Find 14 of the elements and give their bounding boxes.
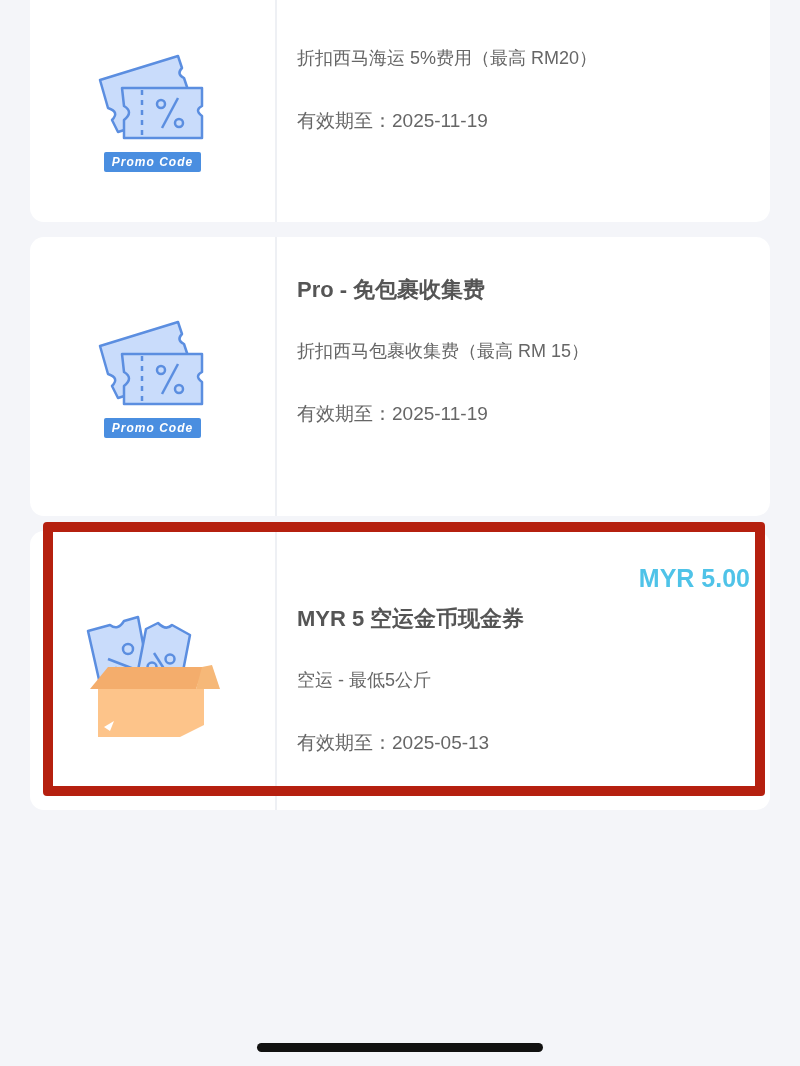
home-indicator[interactable] [257, 1043, 543, 1052]
promo-code-label: Promo Code [103, 417, 202, 438]
promo-code-label: Promo Code [103, 152, 202, 172]
voucher-description: 空运 - 最低5公斤 [297, 669, 432, 692]
voucher-amount: MYR 5.00 [638, 563, 750, 593]
voucher-validity: 有效期至：2025-11-19 [297, 402, 489, 426]
voucher-title: MYR 5 空运金币现金券 [297, 605, 526, 633]
voucher-description: 折扣西马海运 5%费用（最高 RM20） [297, 47, 599, 70]
voucher-title: Pro - 免包裹收集费 [297, 276, 487, 304]
voucher-card[interactable]: Promo Code Pro - 免包裹收集费 折扣西马包裹收集费（最高 RM 15） 有效期至：2025-11-19 [30, 237, 770, 516]
voucher-validity: 有效期至：2025-05-13 [297, 731, 491, 755]
voucher-description: 折扣西马包裹收集费（最高 RM 15） [297, 340, 591, 363]
voucher-validity: 有效期至：2025-11-19 [297, 109, 489, 133]
voucher-card[interactable]: Promo Code 折扣西马海运 5%费用（最高 RM20） 有效期至：2025-11-19 [30, 0, 770, 222]
